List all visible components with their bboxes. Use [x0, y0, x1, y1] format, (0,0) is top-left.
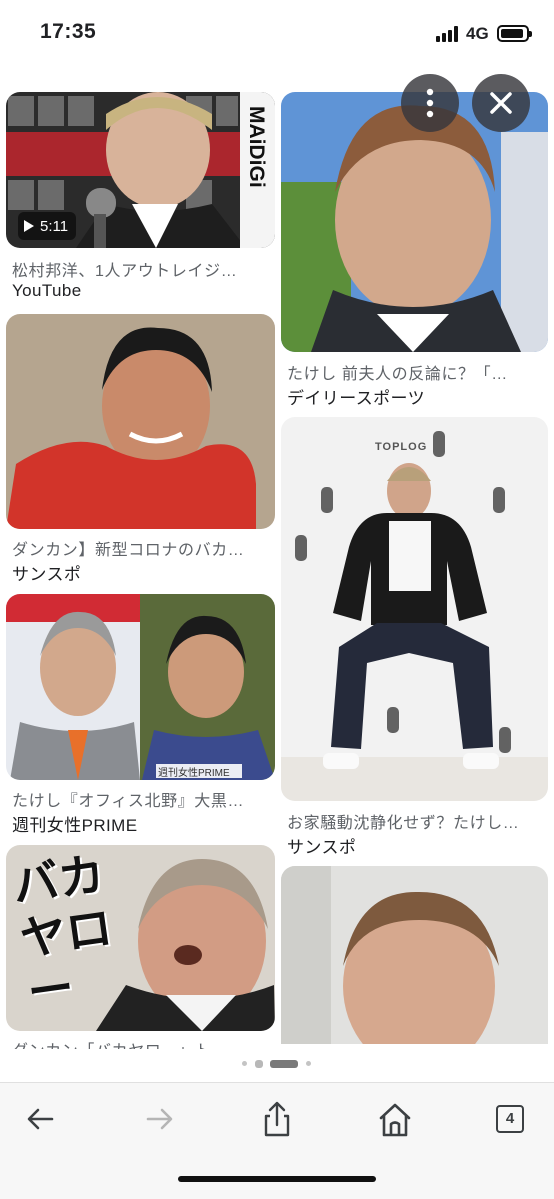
- carousel-dot-active: [270, 1060, 298, 1068]
- more-options-button[interactable]: [401, 74, 459, 132]
- carousel-dot: [306, 1061, 311, 1066]
- result-caption[interactable]: 松村邦洋、1人アウトレイジ…: [12, 257, 274, 281]
- play-icon: [24, 220, 34, 232]
- result-thumbnail[interactable]: TOPLOG: [281, 417, 548, 801]
- result-source[interactable]: 週刊女性PRIME: [12, 811, 137, 836]
- share-button[interactable]: [254, 1097, 300, 1143]
- thumbnail-image: [6, 314, 275, 529]
- thumbnail-text: TOPLOG: [375, 441, 428, 453]
- video-duration-badge: 5:11: [18, 212, 77, 240]
- result-thumbnail[interactable]: [281, 866, 548, 1044]
- result-caption[interactable]: お家騒動沈静化せず？たけし…: [287, 809, 549, 833]
- carousel-dot: [255, 1060, 263, 1068]
- home-icon: [379, 1103, 411, 1137]
- result-thumbnail[interactable]: MAiDiGi 5:11: [6, 92, 275, 248]
- result-thumbnail[interactable]: [6, 314, 275, 529]
- status-bar: 17:35 4G: [0, 0, 554, 64]
- result-source[interactable]: YouTube: [12, 281, 82, 301]
- result-source[interactable]: サンスポ: [287, 833, 356, 858]
- video-duration: 5:11: [40, 217, 69, 235]
- result-caption[interactable]: たけし『オフィス北野』大黒…: [12, 787, 274, 811]
- signal-strength-icon: [436, 26, 462, 42]
- battery-icon: [497, 25, 532, 42]
- network-type: 4G: [466, 24, 489, 43]
- tab-count: 4: [496, 1105, 524, 1133]
- forward-arrow-icon: [146, 1108, 173, 1130]
- thumbnail-image: [281, 417, 548, 801]
- result-source[interactable]: デイリースポーツ: [287, 384, 425, 409]
- tabs-button[interactable]: 4: [490, 1097, 536, 1143]
- result-thumbnail[interactable]: 週刊女性PRIME: [6, 594, 275, 780]
- thumbnail-image: [6, 594, 275, 780]
- more-vertical-icon: [426, 88, 434, 118]
- home-button[interactable]: [372, 1097, 418, 1143]
- back-button[interactable]: [18, 1097, 64, 1143]
- thumbnail-image: [281, 866, 548, 1044]
- status-time: 17:35: [40, 20, 97, 43]
- result-source[interactable]: サンスポ: [12, 560, 81, 585]
- thumbnail-text: 週刊女性PRIME: [158, 768, 230, 779]
- result-thumbnail[interactable]: バカヤロー: [6, 845, 275, 1031]
- close-button[interactable]: [472, 74, 530, 132]
- forward-button[interactable]: [136, 1097, 182, 1143]
- carousel-dot: [242, 1061, 247, 1066]
- result-caption[interactable]: たけし 前夫人の反論に？「…: [287, 360, 549, 384]
- thumbnail-text: MAiDiGi: [245, 106, 268, 188]
- close-icon: [490, 92, 512, 114]
- thumbnail-text: バカヤロー: [9, 847, 116, 1019]
- share-icon: [264, 1101, 290, 1137]
- result-caption[interactable]: ダンカン「バカヤロー」ト…: [12, 1037, 274, 1049]
- carousel-indicator: [240, 1059, 320, 1069]
- home-indicator: [178, 1176, 376, 1182]
- back-arrow-icon: [27, 1108, 54, 1130]
- result-caption[interactable]: ダンカン】新型コロナのバカ…: [12, 536, 274, 560]
